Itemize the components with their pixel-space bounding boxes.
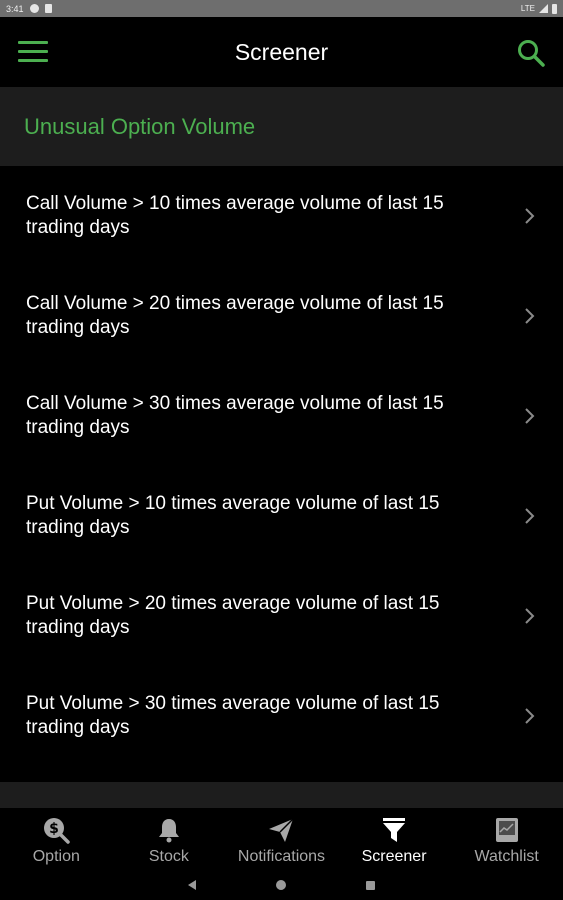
page-title: Screener — [234, 38, 329, 65]
tab-label: Stock — [148, 848, 189, 865]
list-item[interactable]: Call Volume > 20 times average volume of… — [0, 266, 563, 366]
back-icon[interactable] — [188, 880, 196, 890]
status-time: 3:41 — [6, 3, 24, 14]
tab-notifications[interactable]: Notifications — [225, 808, 338, 870]
tab-watchlist[interactable]: Watchlist — [450, 808, 563, 870]
chevron-right-icon — [525, 208, 535, 224]
status-bar: 3:41 LTE — [0, 0, 563, 17]
tab-stock[interactable]: Stock — [113, 808, 226, 870]
dollar-coin-icon: $ — [44, 818, 71, 844]
home-icon[interactable] — [276, 880, 286, 890]
list-item[interactable]: Put Volume > 20 times average volume of … — [0, 566, 563, 666]
list-item-label: Put Volume > 30 times average volume of … — [26, 693, 440, 738]
tab-option[interactable]: $ Option — [0, 808, 113, 870]
status-bar-right: LTE — [520, 3, 557, 14]
signal-icon — [539, 4, 548, 13]
chevron-right-icon — [525, 508, 535, 524]
status-bar-left: 3:41 — [6, 4, 52, 14]
list-item[interactable]: Put Volume > 10 times average volume of … — [0, 466, 563, 566]
list-item-label: Put Volume > 20 times average volume of … — [26, 593, 440, 638]
list-item[interactable]: Call Volume > 10 times average volume of… — [0, 166, 563, 266]
menu-icon[interactable] — [18, 41, 48, 63]
network-type: LTE — [520, 4, 535, 13]
tab-label: Option — [32, 848, 80, 865]
list-item-label: Put Volume > 10 times average volume of … — [26, 493, 440, 538]
recent-apps-icon[interactable] — [366, 880, 375, 890]
search-icon[interactable] — [517, 39, 545, 67]
list-footer-divider — [0, 782, 563, 808]
list-item-label: Call Volume > 10 times average volume of… — [26, 193, 444, 238]
tab-label: Screener — [361, 848, 427, 865]
screener-list: Call Volume > 10 times average volume of… — [0, 166, 563, 766]
list-item[interactable]: Call Volume > 30 times average volume of… — [0, 366, 563, 466]
tab-label: Notifications — [237, 848, 326, 865]
chevron-right-icon — [525, 608, 535, 624]
list-item-label: Call Volume > 20 times average volume of… — [26, 293, 444, 338]
chevron-right-icon — [525, 708, 535, 724]
svg-text:$: $ — [49, 821, 59, 837]
bottom-nav: $ Option Stock Notifications Screener Wa… — [0, 808, 563, 870]
tab-screener[interactable]: Screener — [338, 808, 451, 870]
app-bar: Screener — [0, 17, 563, 87]
bell-icon — [158, 819, 179, 843]
list-item-label: Call Volume > 30 times average volume of… — [26, 393, 444, 438]
system-nav-bar — [0, 870, 563, 900]
tab-label: Watchlist — [474, 848, 539, 865]
notification-icon — [29, 4, 39, 13]
section-title: Unusual Option Volume — [24, 113, 256, 139]
funnel-icon — [383, 818, 406, 842]
chart-book-icon — [495, 818, 518, 842]
paper-plane-icon — [269, 818, 295, 842]
sd-card-icon — [44, 4, 52, 13]
section-header: Unusual Option Volume — [0, 87, 563, 166]
battery-icon — [552, 3, 557, 14]
list-item[interactable]: Put Volume > 30 times average volume of … — [0, 666, 563, 766]
chevron-right-icon — [525, 408, 535, 424]
chevron-right-icon — [525, 308, 535, 324]
